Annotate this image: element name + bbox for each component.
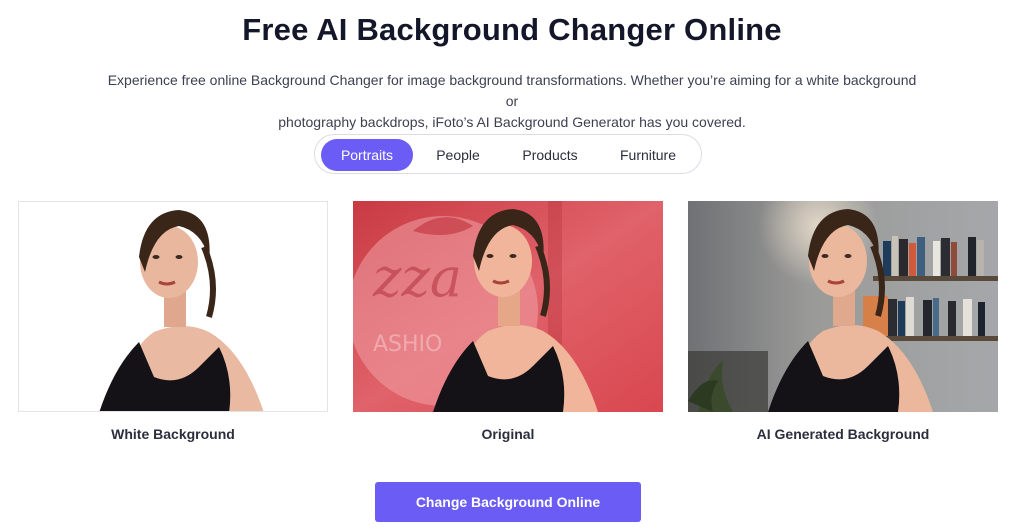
description-line-2: photography backdrops, iFoto’s AI Backgr… [278, 114, 746, 130]
description-line-1: Experience free online Background Change… [107, 72, 917, 109]
change-background-online-button[interactable]: Change Background Online [375, 482, 641, 522]
svg-text:zza: zza [372, 246, 462, 309]
svg-text:ASHIO: ASHIO [373, 332, 442, 357]
caption-ai-generated-background: AI Generated Background [756, 426, 930, 442]
portrait-figure [99, 210, 264, 411]
caption-original: Original [481, 426, 535, 442]
tab-products[interactable]: Products [505, 139, 595, 171]
ai-generated-background-image [688, 201, 998, 412]
tab-furniture[interactable]: Furniture [603, 139, 693, 171]
category-tabs: Portraits People Products Furniture [314, 134, 702, 174]
original-image: zza ASHIO [353, 201, 663, 412]
page-title: Free AI Background Changer Online [242, 12, 782, 47]
tab-people[interactable]: People [419, 139, 497, 171]
caption-white-background: White Background [111, 426, 235, 442]
page-description: Experience free online Background Change… [100, 70, 924, 133]
white-background-image [18, 201, 328, 412]
tab-portraits[interactable]: Portraits [321, 139, 413, 171]
